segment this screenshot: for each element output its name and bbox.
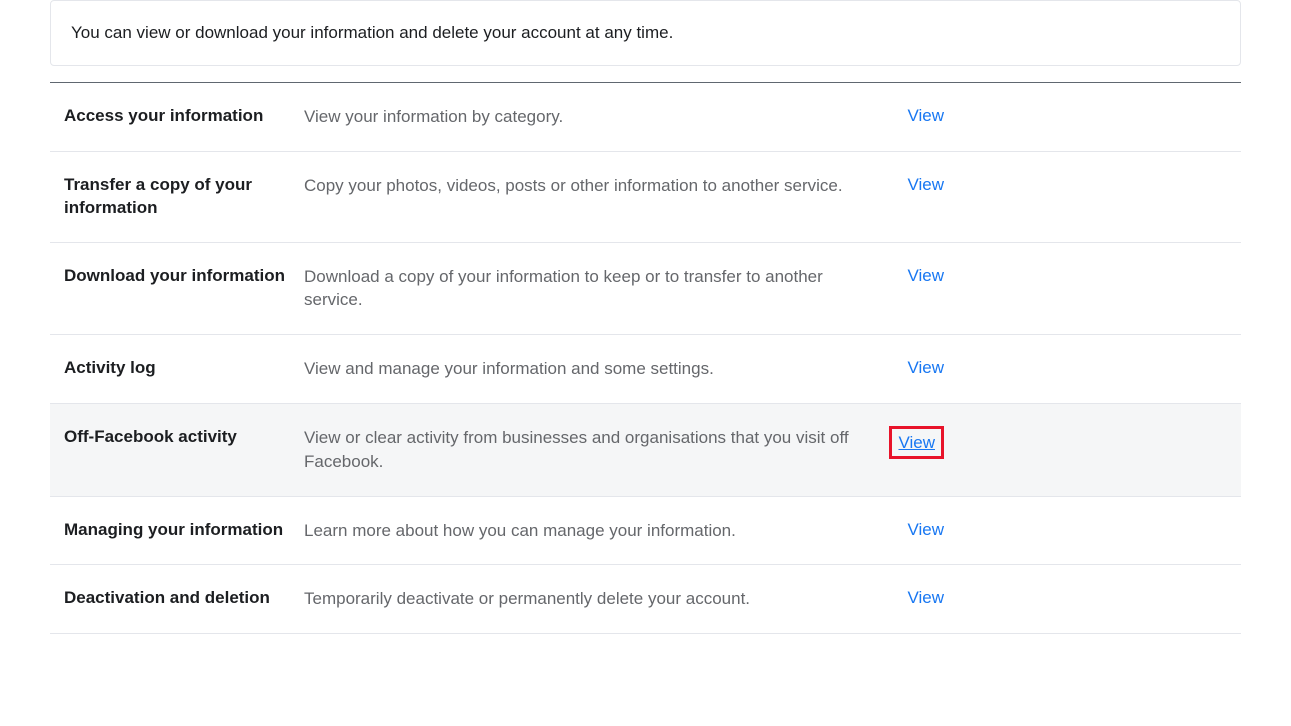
view-link-off-facebook-activity[interactable]: View bbox=[898, 432, 935, 455]
view-link-deactivation-deletion[interactable]: View bbox=[907, 587, 944, 610]
info-banner: You can view or download your informatio… bbox=[50, 0, 1241, 66]
settings-title: Managing your information bbox=[64, 519, 304, 542]
settings-row-managing-information: Managing your information Learn more abo… bbox=[50, 497, 1241, 566]
settings-desc: View and manage your information and som… bbox=[304, 357, 864, 381]
settings-row-access-your-information: Access your information View your inform… bbox=[50, 83, 1241, 152]
settings-title: Download your information bbox=[64, 265, 304, 288]
settings-title: Access your information bbox=[64, 105, 304, 128]
settings-desc: Download a copy of your information to k… bbox=[304, 265, 864, 313]
settings-title: Deactivation and deletion bbox=[64, 587, 304, 610]
settings-action: View bbox=[864, 426, 944, 459]
settings-action: View bbox=[864, 357, 944, 380]
highlight-callout: View bbox=[889, 426, 944, 459]
info-banner-text: You can view or download your informatio… bbox=[71, 23, 673, 42]
settings-desc: View or clear activity from businesses a… bbox=[304, 426, 864, 474]
settings-title: Transfer a copy of your information bbox=[64, 174, 304, 220]
settings-desc: Learn more about how you can manage your… bbox=[304, 519, 864, 543]
view-link-download-information[interactable]: View bbox=[907, 265, 944, 288]
view-link-activity-log[interactable]: View bbox=[907, 357, 944, 380]
settings-row-deactivation-deletion: Deactivation and deletion Temporarily de… bbox=[50, 565, 1241, 634]
settings-action: View bbox=[864, 265, 944, 288]
settings-title: Off-Facebook activity bbox=[64, 426, 304, 449]
settings-title: Activity log bbox=[64, 357, 304, 380]
settings-row-download-information: Download your information Download a cop… bbox=[50, 243, 1241, 336]
settings-desc: View your information by category. bbox=[304, 105, 864, 129]
view-link-access-your-information[interactable]: View bbox=[907, 105, 944, 128]
settings-desc: Temporarily deactivate or permanently de… bbox=[304, 587, 864, 611]
settings-action: View bbox=[864, 174, 944, 197]
settings-action: View bbox=[864, 105, 944, 128]
settings-action: View bbox=[864, 519, 944, 542]
settings-row-activity-log: Activity log View and manage your inform… bbox=[50, 335, 1241, 404]
settings-row-off-facebook-activity: Off-Facebook activity View or clear acti… bbox=[50, 404, 1241, 497]
settings-row-transfer-copy: Transfer a copy of your information Copy… bbox=[50, 152, 1241, 243]
view-link-managing-information[interactable]: View bbox=[907, 519, 944, 542]
settings-desc: Copy your photos, videos, posts or other… bbox=[304, 174, 864, 198]
view-link-transfer-copy[interactable]: View bbox=[907, 174, 944, 197]
settings-action: View bbox=[864, 587, 944, 610]
